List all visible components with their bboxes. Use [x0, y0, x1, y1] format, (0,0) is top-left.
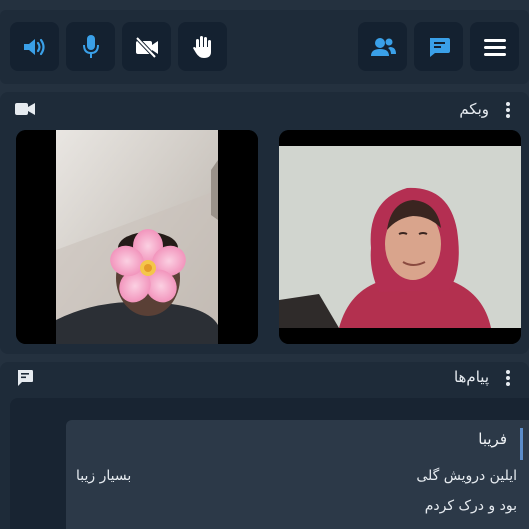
- microphone-icon: [82, 34, 99, 58]
- hand-icon: [192, 35, 211, 58]
- webcam-panel-menu[interactable]: [503, 100, 513, 120]
- chat-panel-menu[interactable]: [503, 368, 513, 388]
- chat-panel-title: پیام‌ها: [453, 368, 489, 386]
- video-off-icon: [135, 36, 158, 58]
- volume-button[interactable]: [10, 22, 59, 71]
- message-text-line1-left: بسیار زیبا: [76, 468, 132, 484]
- hamburger-icon: [483, 38, 506, 56]
- chat-panel-header: پیام‌ها: [0, 362, 529, 398]
- camera-toggle-button[interactable]: [122, 22, 171, 71]
- video-tile-participant[interactable]: [16, 130, 258, 344]
- raise-hand-button[interactable]: [178, 22, 227, 71]
- chat-button[interactable]: [414, 22, 463, 71]
- chat-message: فریبا ایلین درویش گلی بسیار زیبا بود و د…: [66, 420, 529, 529]
- participant-video: [16, 130, 258, 344]
- users-icon: [370, 37, 396, 56]
- webcam-panel-header: وبکم: [0, 92, 529, 128]
- video-camera-icon: [14, 101, 36, 121]
- menu-button[interactable]: [470, 22, 519, 71]
- microphone-button[interactable]: [66, 22, 115, 71]
- message-accent-bar: [520, 428, 523, 460]
- toolbar: [0, 10, 529, 84]
- speaker-icon: [23, 38, 45, 55]
- chat-messages-area[interactable]: فریبا ایلین درویش گلی بسیار زیبا بود و د…: [10, 398, 529, 529]
- message-text-line2: بود و درک کردم: [424, 498, 517, 514]
- video-tile-host[interactable]: [279, 130, 521, 344]
- message-text-line1-right: ایلین درویش گلی: [416, 468, 517, 484]
- host-video: [279, 130, 521, 344]
- chat-icon: [429, 37, 450, 57]
- participants-button[interactable]: [358, 22, 407, 71]
- webcam-panel: وبکم: [0, 92, 529, 354]
- message-sender: فریبا: [478, 430, 507, 448]
- webcam-panel-title: وبکم: [459, 100, 489, 118]
- chat-bubble-icon: [16, 369, 34, 391]
